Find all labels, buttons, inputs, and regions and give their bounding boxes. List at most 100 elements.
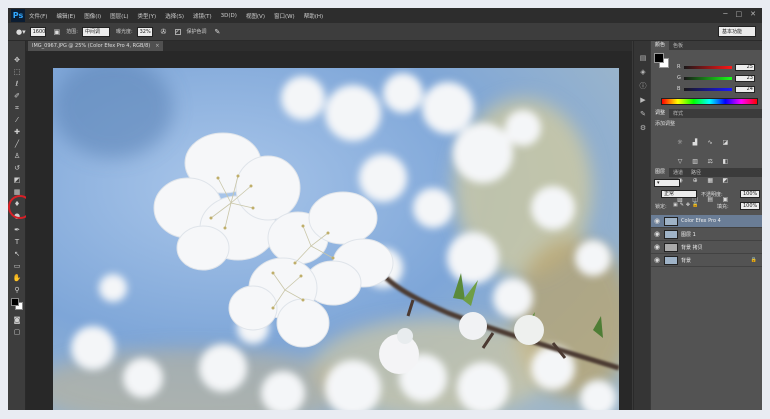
menu-3d[interactable]: 3D(D) [221,13,237,19]
layer-row[interactable]: ◉ Color Efex Pro 4 [651,215,762,228]
range-select[interactable]: 中间调 [81,26,110,37]
color-spectrum-bar[interactable] [661,98,758,105]
eyedropper-tool-icon[interactable]: ⁄ [12,115,22,125]
color-balance-icon[interactable]: ⚖ [706,158,714,166]
quick-mask-icon[interactable]: ◙ [12,315,22,325]
menu-file[interactable]: 文件(F) [29,12,47,20]
brush-size-field[interactable]: 1600 [29,26,46,37]
levels-icon[interactable]: ▟ [691,139,699,147]
menu-select[interactable]: 选择(S) [165,12,184,20]
crop-tool-icon[interactable]: ⌗ [12,103,22,113]
properties-panel-icon[interactable]: ◈ [638,67,648,77]
window-controls: ─ □ ✕ [723,10,756,18]
minimize-icon[interactable]: ─ [723,10,727,18]
eye-icon[interactable]: ◉ [654,243,660,251]
layer-name: 图层 1 [681,232,696,238]
eraser-tool-icon[interactable]: ◩ [12,175,22,185]
exposure-icon[interactable]: ◪ [721,139,729,147]
tab-swatches[interactable]: 色板 [669,42,687,49]
hand-tool-icon[interactable]: ✋ [12,273,22,283]
path-select-tool-icon[interactable]: ↖ [12,249,22,259]
screen-mode-icon[interactable]: ▢ [12,327,22,337]
brush-panel-icon[interactable]: ✎ [638,109,648,119]
eye-icon[interactable]: ◉ [654,256,660,264]
history-brush-tool-icon[interactable]: ↺ [12,163,22,173]
actions-panel-icon[interactable]: ▶ [638,95,648,105]
hue-saturation-icon[interactable]: ▥ [691,158,699,166]
lasso-tool-icon[interactable]: ℓ [12,79,22,89]
blossom-photo [53,68,619,410]
green-slider[interactable]: G 23 [677,74,759,82]
close-tab-icon[interactable]: × [155,43,159,49]
menu-edit[interactable]: 编辑(E) [56,12,75,20]
brush-panel-icon[interactable]: ▣ [54,28,61,36]
protect-tones-checkbox[interactable]: ✓ [174,28,181,35]
color-lookup-icon[interactable]: ▦ [706,177,714,185]
healing-brush-tool-icon[interactable]: ✚ [12,127,22,137]
photo-canvas[interactable] [53,68,619,410]
clone-source-panel-icon[interactable]: ⚙ [638,123,648,133]
quick-select-tool-icon[interactable]: ✐ [12,91,22,101]
layer-row[interactable]: ◉ 背景 拷贝 [651,241,762,254]
channel-mixer-icon[interactable]: ⊕ [691,177,699,185]
tab-styles[interactable]: 样式 [669,110,687,117]
menu-filter[interactable]: 滤镜(T) [193,12,212,20]
move-tool-icon[interactable]: ✥ [12,55,22,65]
tab-layers[interactable]: 图层 [651,168,670,177]
menu-help[interactable]: 帮助(H) [304,12,323,20]
opacity-field[interactable]: 100% [740,190,760,198]
pen-tool-icon[interactable]: ✒ [12,225,22,235]
menu-image[interactable]: 图像(I) [84,12,101,20]
pressure-icon[interactable]: ✎ [215,28,221,36]
tab-adjustments[interactable]: 调整 [651,109,670,118]
options-bar: ●▾ 1600 ▣ 范围: 中间调 曝光度: 32% ✇ ✓ 保护色调 ✎ 基本… [8,23,762,41]
type-tool-icon[interactable]: T [12,237,22,247]
exposure-label: 曝光度: [115,29,133,35]
black-white-icon[interactable]: ◧ [721,158,729,166]
curves-icon[interactable]: ∿ [706,139,714,147]
blue-value-field[interactable]: 24 [735,85,755,93]
info-panel-icon[interactable]: ⓘ [638,81,648,91]
blend-mode-select[interactable]: 正常 [661,190,697,198]
green-value-field[interactable]: 23 [735,74,755,82]
menu-type[interactable]: 类型(Y) [138,12,157,20]
vibrance-icon[interactable]: ▽ [676,158,684,166]
layer-row[interactable]: ◉ 背景 🔒 [651,254,762,267]
layer-row[interactable]: ◉ 图层 1 [651,228,762,241]
red-slider[interactable]: R 25 [677,63,759,71]
exposure-field[interactable]: 32% [136,26,153,37]
menu-window[interactable]: 窗口(W) [274,12,295,20]
eye-icon[interactable]: ◉ [654,217,660,225]
blue-slider[interactable]: B 24 [677,85,759,93]
foreground-color-swatch[interactable] [11,298,19,306]
lock-icons[interactable]: ▣✎✥🔒 [673,202,700,208]
collapsed-panels-column: ▤ ◈ ⓘ ▶ ✎ ⚙ [633,41,650,410]
canvas-area[interactable] [26,51,632,410]
clone-stamp-tool-icon[interactable]: ♙ [12,151,22,161]
protect-tones-label: 保护色调 [186,29,207,35]
airbrush-icon[interactable]: ✇ [161,28,167,36]
add-adjustment-label: 添加调整 [655,121,676,127]
close-icon[interactable]: ✕ [750,10,756,18]
brush-tool-icon[interactable]: ╱ [12,139,22,149]
tab-color[interactable]: 颜色 [651,41,670,50]
burn-tool-preset-icon[interactable]: ●▾ [16,28,26,36]
panel-foreground-color[interactable] [654,53,664,63]
fill-field[interactable]: 100% [740,202,760,210]
brightness-icon[interactable]: ☼ [676,139,684,147]
tab-channels[interactable]: 通道 [669,169,687,176]
zoom-tool-icon[interactable]: ⚲ [12,285,22,295]
shape-tool-icon[interactable]: ▭ [12,261,22,271]
red-value-field[interactable]: 25 [735,63,755,71]
marquee-tool-icon[interactable]: ⬚ [12,67,22,77]
history-panel-icon[interactable]: ▤ [638,53,648,63]
document-tab[interactable]: IMG_0967.JPG @ 25% (Color Efex Pro 4, RG… [28,41,164,51]
workspace-select[interactable]: 基本功能 [718,26,756,37]
menu-layer[interactable]: 图层(L) [110,12,128,20]
menu-view[interactable]: 视图(V) [246,12,265,20]
invert-icon[interactable]: ◩ [721,177,729,185]
eye-icon[interactable]: ◉ [654,230,660,238]
layer-filter-select[interactable]: ▾ [654,179,680,187]
tab-paths[interactable]: 路径 [687,169,705,176]
maximize-icon[interactable]: □ [736,10,743,18]
